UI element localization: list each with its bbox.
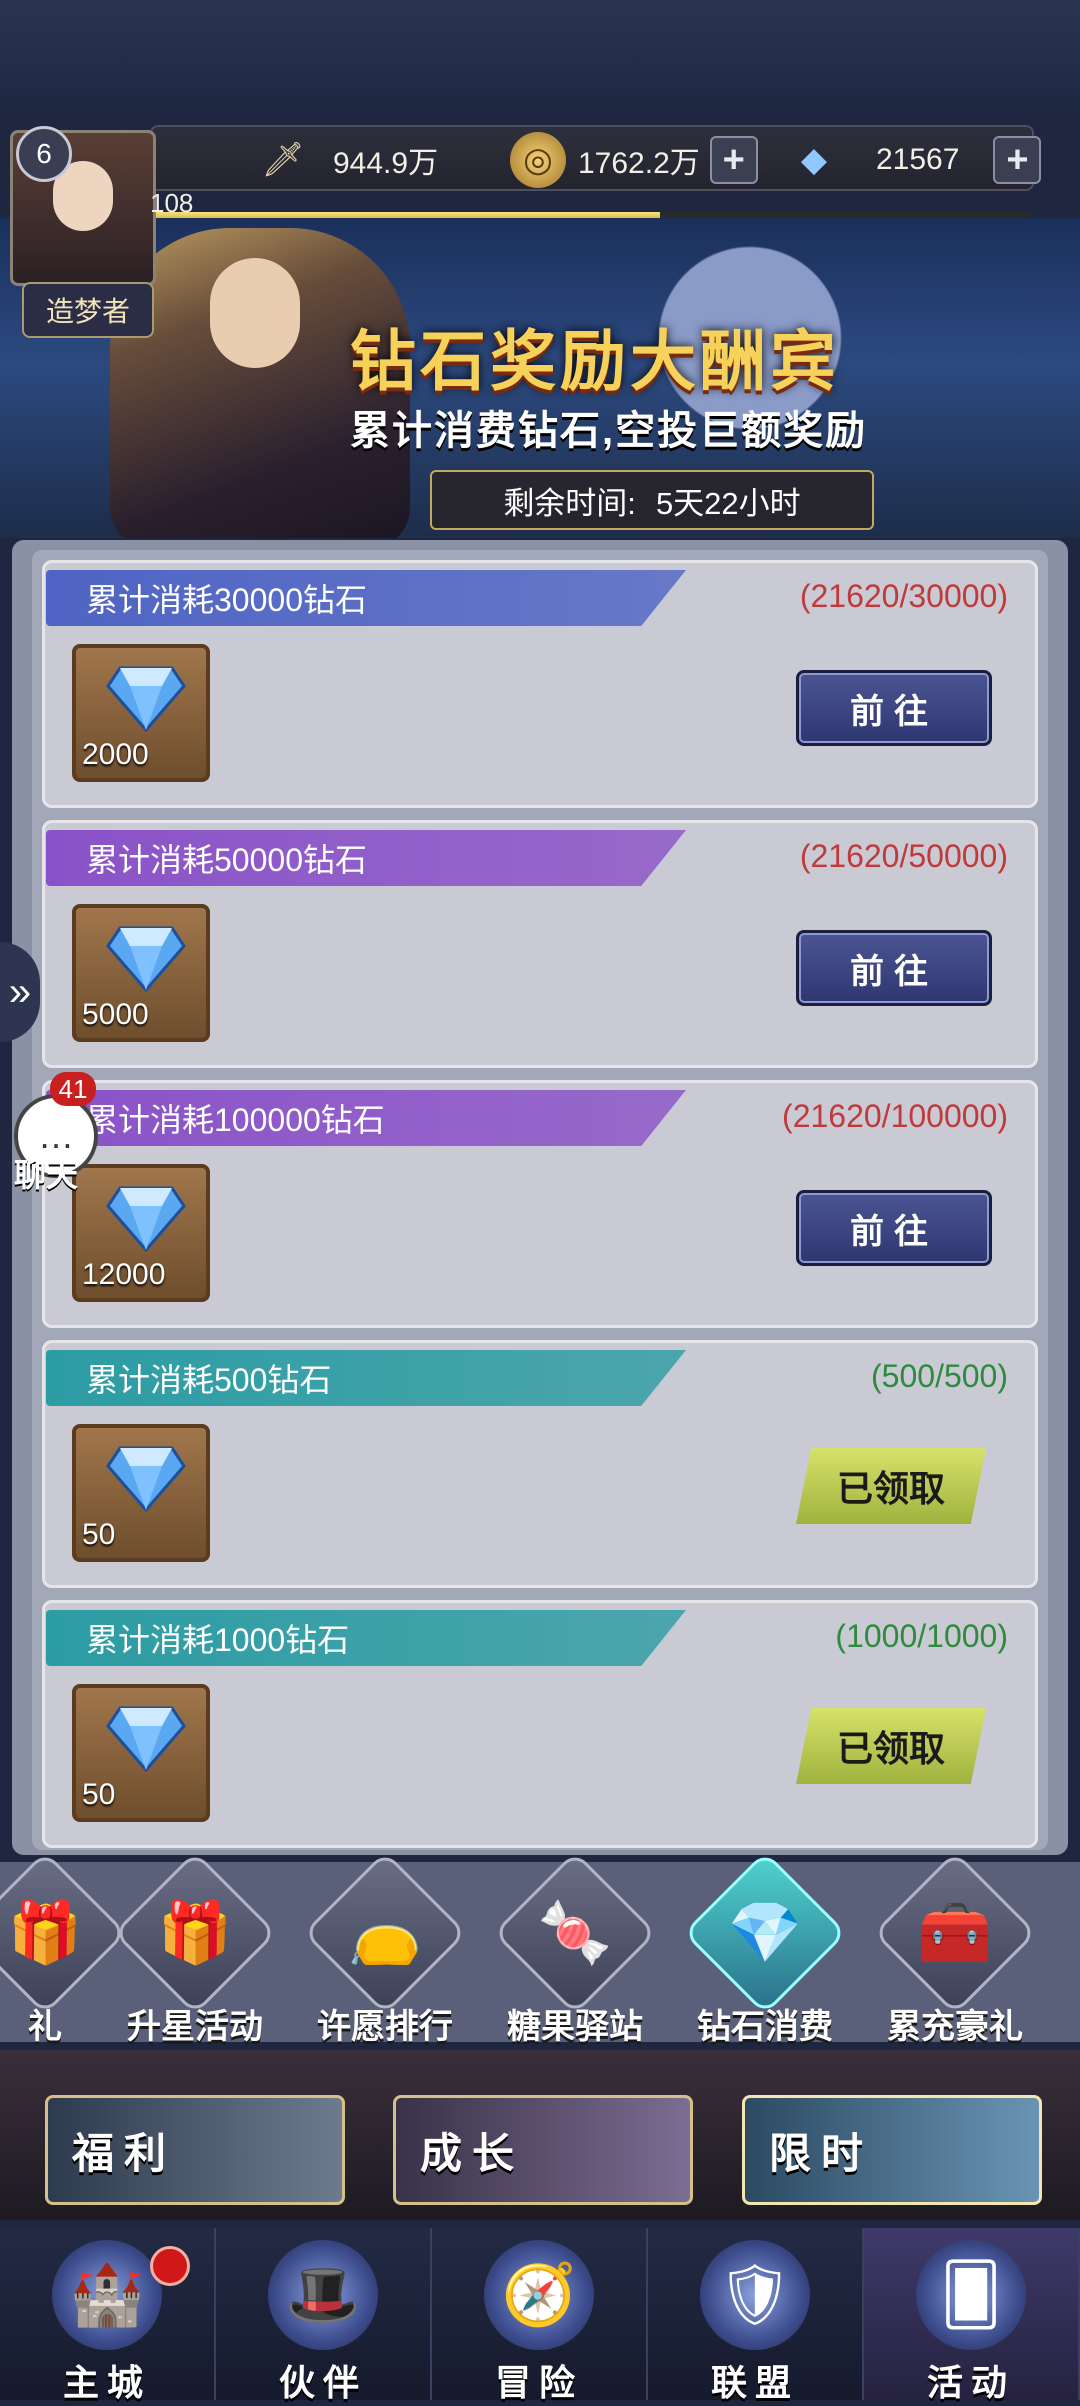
task-card: 累计消耗50000钻石 (21620/50000) 5000 前往 bbox=[42, 820, 1038, 1068]
diamond-icon bbox=[106, 1446, 186, 1512]
diamond-icon: ◆ bbox=[800, 141, 828, 179]
task-title: 累计消耗500钻石 bbox=[46, 1350, 686, 1406]
category-tab[interactable]: 🎁 礼 bbox=[0, 1850, 128, 2046]
add-gold-button[interactable]: + bbox=[709, 136, 758, 184]
goto-button[interactable]: 前往 bbox=[796, 1190, 992, 1266]
player-title-badge[interactable]: 造梦者 bbox=[22, 282, 154, 338]
reward-quantity: 50 bbox=[82, 1778, 116, 1811]
reward-quantity: 50 bbox=[82, 1518, 116, 1551]
chat-label: 聊天 bbox=[14, 1157, 79, 1193]
gold-value: 1762.2万 bbox=[578, 147, 700, 180]
task-progress: (21620/100000) bbox=[782, 1098, 1008, 1134]
category-tab[interactable]: 🎁 升星活动 bbox=[112, 1850, 278, 2046]
task-title: 累计消耗100000钻石 bbox=[46, 1090, 686, 1146]
wish-bag-icon: 👝 bbox=[347, 1899, 423, 1966]
reward-item[interactable]: 50 bbox=[72, 1424, 210, 1562]
task-card: 累计消耗100000钻石 (21620/100000) 12000 前往 bbox=[42, 1080, 1038, 1328]
banner-title: 钻石奖励大酬宾 bbox=[350, 324, 840, 398]
reward-item[interactable]: 5000 bbox=[72, 904, 210, 1042]
subtab-welfare[interactable]: 福利 bbox=[45, 2095, 345, 2205]
diamond-icon bbox=[106, 1706, 186, 1772]
cards-icon: 🂠 bbox=[916, 2240, 1026, 2350]
witch-hat-icon: 🎩 bbox=[268, 2240, 378, 2350]
nav-item[interactable]: 🛡 联盟 bbox=[648, 2228, 864, 2403]
reward-item[interactable]: 2000 bbox=[72, 644, 210, 782]
category-tab[interactable]: 👝 许愿排行 bbox=[302, 1850, 468, 2046]
task-card: 累计消耗500钻石 (500/500) 50 已领取 bbox=[42, 1340, 1038, 1588]
power-value: 944.9万 bbox=[333, 147, 439, 180]
category-tab[interactable]: 🍬 糖果驿站 bbox=[492, 1850, 658, 2046]
nav-item[interactable]: 🎩 伙伴 bbox=[216, 2228, 432, 2403]
subtab-welfare-label: 福利 bbox=[72, 2129, 177, 2177]
goto-button[interactable]: 前往 bbox=[796, 670, 992, 746]
castle-icon: 🏰 bbox=[52, 2240, 162, 2350]
top-background bbox=[0, 0, 1080, 120]
sword-icon: 🗡 bbox=[261, 141, 305, 179]
reward-quantity: 12000 bbox=[82, 1258, 166, 1291]
diamond-icon bbox=[106, 666, 186, 732]
nav-label: 冒险 bbox=[494, 2362, 583, 2403]
xp-value: 108 bbox=[150, 188, 194, 218]
nav-item[interactable]: 🏰 主城 bbox=[0, 2228, 216, 2403]
chat-unread-count: 41 bbox=[50, 1072, 96, 1106]
star-gift-icon: 🎁 bbox=[157, 1899, 233, 1966]
diamond-icon bbox=[106, 1186, 186, 1252]
treasure-chest-icon: 🧰 bbox=[917, 1899, 993, 1966]
category-tab[interactable]: 🧰 累充豪礼 bbox=[872, 1850, 1038, 2046]
task-progress: (500/500) bbox=[871, 1358, 1008, 1394]
task-card: 累计消耗30000钻石 (21620/30000) 2000 前往 bbox=[42, 560, 1038, 808]
level-badge: 6 bbox=[16, 126, 72, 182]
category-label: 礼 bbox=[28, 2008, 62, 2046]
gift-icon: 🎁 bbox=[7, 1899, 83, 1966]
nav-label: 伙伴 bbox=[278, 2362, 367, 2403]
claimed-badge: 已领取 bbox=[796, 1708, 986, 1784]
notification-dot bbox=[150, 2246, 190, 2286]
subtab-growth[interactable]: 成长 bbox=[393, 2095, 693, 2205]
claimed-badge: 已领取 bbox=[796, 1448, 986, 1524]
shield-icon: 🛡 bbox=[700, 2240, 810, 2350]
goto-button[interactable]: 前往 bbox=[796, 930, 992, 1006]
diamond-pile-icon: 💎 bbox=[727, 1899, 803, 1966]
subtab-limited[interactable]: 限时 bbox=[742, 2095, 1042, 2205]
task-progress: (1000/1000) bbox=[835, 1618, 1008, 1654]
task-title: 累计消耗50000钻石 bbox=[46, 830, 686, 886]
banner-subtitle: 累计消费钻石,空投巨额奖励 bbox=[350, 409, 868, 453]
nav-item[interactable]: 🧭 冒险 bbox=[432, 2228, 648, 2403]
diamond-value: 21567 bbox=[876, 143, 960, 176]
compass-icon: 🧭 bbox=[484, 2240, 594, 2350]
timer-label: 剩余时间: bbox=[503, 485, 636, 521]
event-timer: 剩余时间: 5天22小时 bbox=[430, 470, 874, 530]
power-resource: 🗡 944.9万 bbox=[255, 140, 438, 180]
add-diamond-button[interactable]: + bbox=[993, 136, 1042, 184]
reward-item[interactable]: 50 bbox=[72, 1684, 210, 1822]
nav-item[interactable]: 🂠 活动 bbox=[864, 2228, 1080, 2403]
candy-icon: 🍬 bbox=[537, 1899, 613, 1966]
subtab-limited-label: 限时 bbox=[769, 2129, 874, 2177]
gold-resource: ◎ 1762.2万 + bbox=[510, 132, 758, 188]
task-progress: (21620/50000) bbox=[799, 838, 1008, 874]
nav-label: 活动 bbox=[926, 2362, 1015, 2403]
event-banner: 钻石奖励大酬宾 累计消费钻石,空投巨额奖励 剩余时间: 5天22小时 bbox=[0, 218, 1080, 538]
subtab-growth-label: 成长 bbox=[420, 2129, 525, 2177]
reward-quantity: 2000 bbox=[82, 738, 149, 771]
task-progress: (21620/30000) bbox=[799, 578, 1008, 614]
diamond-resource: ◆ 21567 + bbox=[786, 136, 1042, 184]
timer-value: 5天22小时 bbox=[655, 485, 801, 521]
task-title: 累计消耗30000钻石 bbox=[46, 570, 686, 626]
hero-face bbox=[210, 258, 300, 368]
task-title: 累计消耗1000钻石 bbox=[46, 1610, 686, 1666]
diamond-icon bbox=[106, 926, 186, 992]
nav-label: 主城 bbox=[62, 2362, 151, 2403]
reward-item[interactable]: 12000 bbox=[72, 1164, 210, 1302]
task-card: 累计消耗1000钻石 (1000/1000) 50 已领取 bbox=[42, 1600, 1038, 1848]
gold-coin-icon: ◎ bbox=[510, 132, 566, 188]
nav-label: 联盟 bbox=[710, 2362, 799, 2403]
category-tab[interactable]: 💎 钻石消费 bbox=[682, 1850, 848, 2046]
reward-quantity: 5000 bbox=[82, 998, 149, 1031]
